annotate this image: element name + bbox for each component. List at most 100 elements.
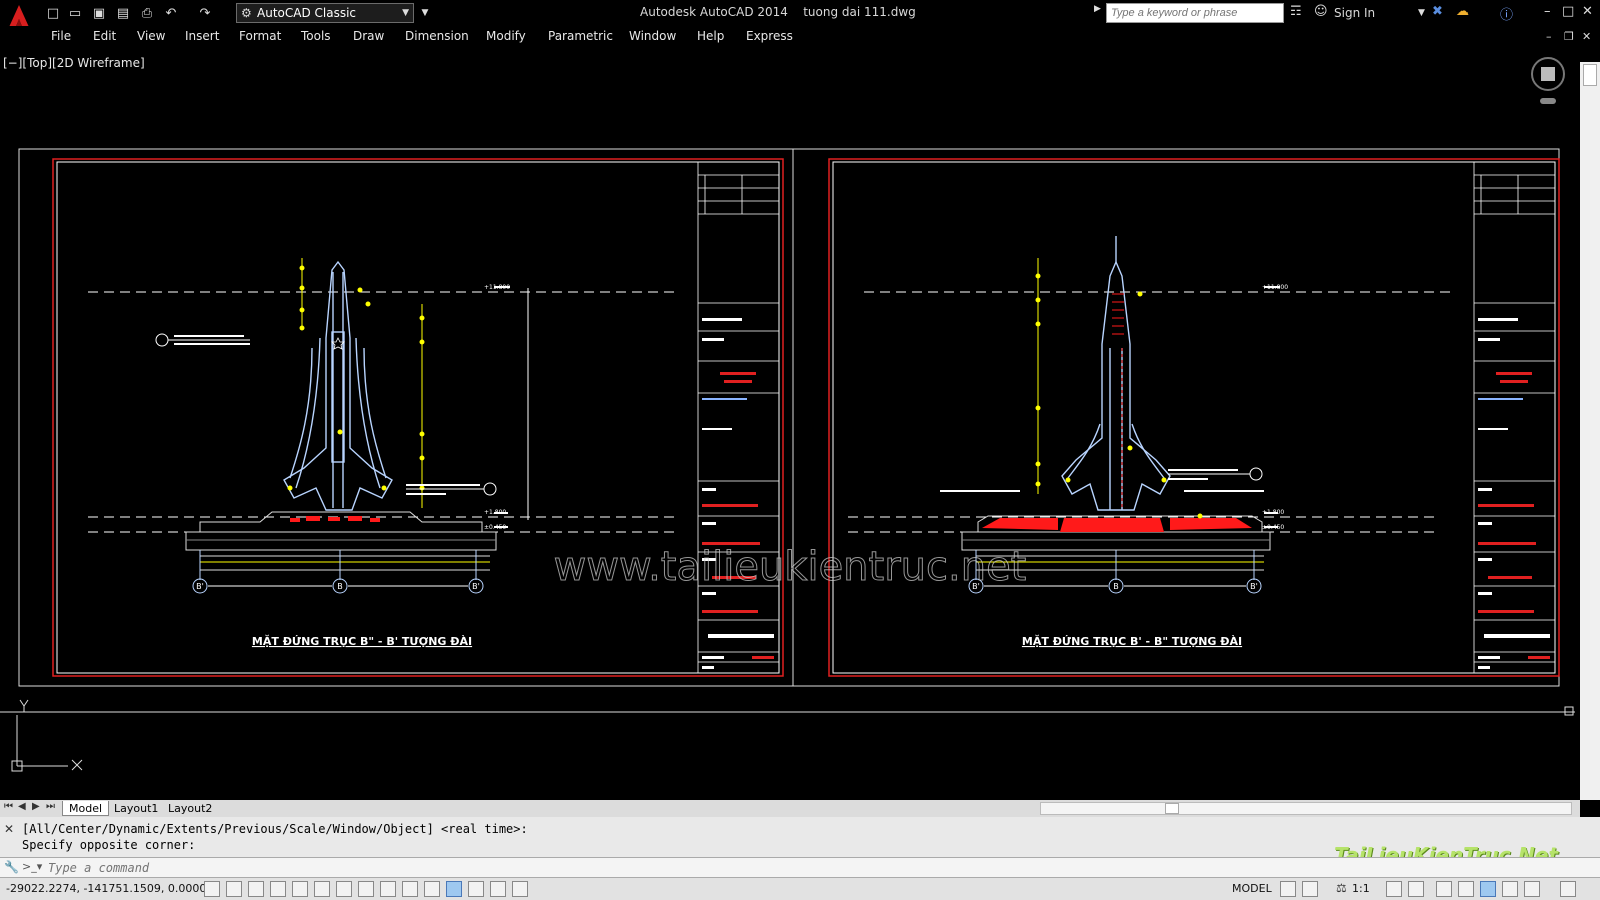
annotation-monitor-toggle[interactable] (512, 881, 528, 897)
annotation-scale[interactable]: 1:1 (1352, 882, 1370, 895)
minimize-icon[interactable]: – (1544, 4, 1551, 19)
vertical-scroll-thumb[interactable] (1583, 64, 1597, 86)
quick-properties-toggle[interactable] (468, 881, 484, 897)
autodesk-360-icon[interactable]: ☁ (1456, 4, 1469, 19)
dynamic-input-toggle[interactable] (402, 881, 418, 897)
sheet-2-outer-frame (828, 158, 1560, 677)
annotation-visibility-icon[interactable] (1386, 881, 1402, 897)
lineweight-toggle[interactable] (424, 881, 440, 897)
command-input[interactable] (48, 860, 1348, 876)
isolate-objects-icon[interactable] (1502, 881, 1518, 897)
save-as-icon[interactable]: ▤ (114, 4, 132, 22)
open-icon[interactable]: ▭ (66, 4, 84, 22)
close-icon[interactable]: ✕ (1582, 4, 1593, 19)
sheet-2-title-block (1473, 161, 1556, 674)
binoculars-icon[interactable]: ☶ (1290, 4, 1302, 19)
tab-layout2[interactable]: Layout2 (162, 801, 218, 816)
doc-minimize-icon[interactable]: – (1546, 30, 1552, 43)
drawing-canvas[interactable]: [−][Top][2D Wireframe] B' B B' +11.800 +… (0, 48, 1580, 800)
otrack-toggle[interactable] (358, 881, 374, 897)
menu-express[interactable]: Express (746, 29, 793, 43)
command-prompt-icon[interactable]: >_▾ (22, 860, 42, 873)
polar-tracking-toggle[interactable] (292, 881, 308, 897)
last-tab-icon[interactable]: ⏭ (46, 801, 55, 812)
sign-in-link[interactable]: Sign In (1334, 6, 1375, 20)
menu-view[interactable]: View (137, 29, 165, 43)
undo-icon[interactable]: ↶ (162, 4, 180, 22)
command-line: 🔧 >_▾ (0, 857, 1600, 877)
menu-modify[interactable]: Modify (486, 29, 526, 43)
search-input[interactable] (1106, 3, 1284, 23)
sheet-2-monument (1061, 236, 1171, 511)
axis-label: B' (1250, 582, 1258, 591)
menu-help[interactable]: Help (697, 29, 724, 43)
menu-file[interactable]: File (51, 29, 71, 43)
menu-draw[interactable]: Draw (353, 29, 384, 43)
site-watermark: www.tailieukientruc.net (554, 544, 1027, 590)
gear-icon: ⚙ (241, 6, 252, 20)
ducs-toggle[interactable] (380, 881, 396, 897)
menu-format[interactable]: Format (239, 29, 281, 43)
redo-icon[interactable]: ↷ (196, 4, 214, 22)
save-icon[interactable]: ▣ (90, 4, 108, 22)
sheet-1-inner-frame (56, 161, 780, 674)
chevron-down-icon[interactable]: ▼ (1418, 8, 1425, 18)
snap-mode-toggle[interactable] (226, 881, 242, 897)
quick-view-drawings-icon[interactable] (1302, 881, 1318, 897)
clean-screen-icon[interactable] (1560, 881, 1576, 897)
close-icon[interactable]: ✕ (4, 821, 14, 837)
viewcube-icon[interactable] (1531, 57, 1565, 104)
cursor-coordinates[interactable]: -29022.2274, -141751.1509, 0.0000 (6, 882, 206, 895)
prev-tab-icon[interactable]: ◀ (18, 801, 26, 812)
application-status-menu-icon[interactable] (1524, 881, 1540, 897)
auto-scale-icon[interactable] (1408, 881, 1424, 897)
sheet-2-inner-frame (832, 161, 1556, 674)
menu-parametric[interactable]: Parametric (548, 29, 613, 43)
customize-qat-icon[interactable]: ▼ (416, 4, 434, 22)
exchange-icon[interactable]: ✖ (1432, 4, 1443, 19)
tab-model[interactable]: Model (62, 801, 110, 816)
hardware-acceleration-icon[interactable] (1480, 881, 1496, 897)
menu-edit[interactable]: Edit (93, 29, 116, 43)
horizontal-scrollbar[interactable] (1040, 802, 1572, 815)
level-label: +11.800 (1262, 284, 1288, 291)
command-history-line: [All/Center/Dynamic/Extents/Previous/Sca… (22, 822, 528, 836)
wrench-icon[interactable]: 🔧 (4, 860, 19, 874)
object-snap-toggle[interactable] (314, 881, 330, 897)
sheet-1: B' B B' +11.800 +1.800 ±0.450 MẶT ĐỨNG T… (52, 158, 784, 677)
maximize-icon[interactable]: □ (1562, 4, 1574, 19)
menu-insert[interactable]: Insert (185, 29, 219, 43)
level-label: ±0.450 (1262, 524, 1284, 531)
title-bar: □ ▭ ▣ ▤ ⎙ ↶ ↷ ⚙ AutoCAD Classic ▼ ▼ Auto… (0, 0, 1600, 36)
workspace-switching-icon[interactable] (1436, 881, 1452, 897)
menu-dimension[interactable]: Dimension (405, 29, 469, 43)
quick-view-layouts-icon[interactable] (1280, 881, 1296, 897)
doc-close-icon[interactable]: ✕ (1582, 30, 1591, 43)
first-tab-icon[interactable]: ⏮ (4, 801, 13, 812)
transparency-toggle[interactable] (446, 881, 462, 897)
next-tab-icon[interactable]: ▶ (32, 801, 40, 812)
new-icon[interactable]: □ (44, 4, 62, 22)
app-name: Autodesk AutoCAD 2014 (640, 5, 788, 19)
expand-search-icon[interactable]: ▶ (1094, 4, 1101, 14)
menu-tools[interactable]: Tools (301, 29, 331, 43)
vertical-scrollbar[interactable] (1580, 62, 1600, 800)
model-space-button[interactable]: MODEL (1232, 882, 1272, 895)
axis-label: B (337, 582, 343, 591)
user-icon[interactable]: ☺ (1314, 4, 1328, 19)
annotation-scale-icon[interactable]: ⚖ (1336, 881, 1347, 895)
horizontal-scroll-thumb[interactable] (1165, 803, 1179, 814)
3d-osnap-toggle[interactable] (336, 881, 352, 897)
selection-cycling-toggle[interactable] (490, 881, 506, 897)
help-icon[interactable]: ⓘ (1500, 4, 1513, 23)
tab-layout1[interactable]: Layout1 (108, 801, 164, 816)
toolbar-lock-icon[interactable] (1458, 881, 1474, 897)
workspace-dropdown[interactable]: ⚙ AutoCAD Classic ▼ (236, 3, 414, 23)
menu-window[interactable]: Window (629, 29, 676, 43)
grid-display-toggle[interactable] (248, 881, 264, 897)
print-icon[interactable]: ⎙ (138, 4, 156, 22)
doc-restore-icon[interactable]: ❐ (1564, 30, 1574, 43)
sheet-1-base (185, 511, 497, 571)
infer-constraints-toggle[interactable] (204, 881, 220, 897)
ortho-mode-toggle[interactable] (270, 881, 286, 897)
